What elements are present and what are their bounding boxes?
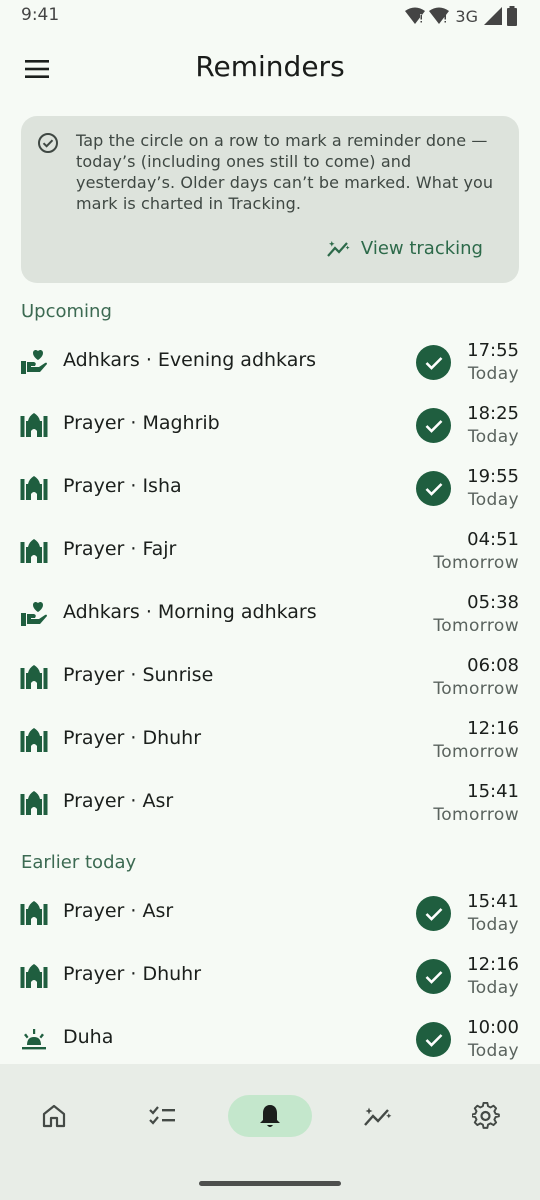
bottom-navigation [0,1064,540,1200]
section-earlier-today: Earlier today [21,852,137,873]
reminder-label: Prayer · Dhuhr [63,963,202,985]
settings-icon [472,1102,500,1129]
mosque-icon [20,538,48,564]
adhkar-icon [20,349,48,375]
reminder-row[interactable]: Prayer · Isha 19:55 Today [0,457,540,520]
done-check-button[interactable] [416,408,451,443]
signal-icon [484,7,502,25]
gesture-handle [199,1181,341,1186]
reminder-label: Adhkars · Evening adhkars [63,349,317,371]
nav-tracking[interactable] [336,1095,420,1137]
reminder-row[interactable]: Prayer · Asr 15:41 Today [0,882,540,945]
reminder-row[interactable]: Prayer · Fajr 04:51 Tomorrow [0,520,540,583]
done-check-button[interactable] [416,1022,451,1057]
check-icon [425,970,442,984]
view-tracking-label: View tracking [360,237,483,259]
reminder-time: 15:41 [467,781,519,802]
check-icon [425,907,442,921]
mosque-icon [20,900,48,926]
status-bar: 9:41 3G [0,0,540,32]
done-check-button[interactable] [416,471,451,506]
reminder-row[interactable]: Adhkars · Morning adhkars 05:38 Tomorrow [0,583,540,646]
check-circle-outline-icon [38,133,58,153]
reminder-time: 12:16 [467,954,519,975]
reminder-day: Today [467,364,519,384]
adhkar-icon [20,601,48,627]
top-app-bar: Reminders [0,40,540,98]
mosque-icon [20,727,48,753]
page-title: Reminders [195,50,345,83]
bell-icon [260,1105,280,1127]
tracking-icon [364,1107,392,1126]
reminder-time: 15:41 [467,891,519,912]
section-upcoming: Upcoming [21,301,112,322]
check-icon [425,1033,442,1047]
info-text: Tap the circle on a row to mark a remind… [76,131,494,213]
reminder-time: 05:38 [467,592,519,613]
reminder-day: Today [467,978,519,998]
reminder-label: Prayer · Fajr [63,538,177,560]
info-card: Tap the circle on a row to mark a remind… [21,116,519,283]
check-icon [425,482,442,496]
status-icons: 3G [405,6,518,26]
checklist-icon [149,1106,175,1125]
mosque-icon [20,664,48,690]
reminder-time: 19:55 [467,466,519,487]
reminder-label: Prayer · Asr [63,900,174,922]
reminder-label: Prayer · Maghrib [63,412,220,434]
reminder-time: 12:16 [467,718,519,739]
battery-icon [507,6,517,26]
mosque-icon [20,475,48,501]
reminder-day: Tomorrow [433,553,519,573]
check-icon [425,356,442,370]
reminder-day: Today [467,427,519,447]
reminder-row[interactable]: Prayer · Dhuhr 12:16 Tomorrow [0,709,540,772]
nav-home[interactable] [12,1095,96,1137]
tracking-icon [327,241,350,257]
nav-settings[interactable] [444,1095,528,1137]
reminder-time: 06:08 [467,655,519,676]
reminders-screen: 9:41 3G Reminders Tap the circle on a ro… [0,0,540,1200]
mosque-icon [20,412,48,438]
sunrise-icon [20,1026,48,1052]
reminder-row[interactable]: Prayer · Sunrise 06:08 Tomorrow [0,646,540,709]
reminder-time: 10:00 [467,1017,519,1038]
reminder-day: Today [467,915,519,935]
reminder-label: Prayer · Isha [63,475,182,497]
reminder-label: Duha [63,1026,114,1048]
reminder-label: Prayer · Sunrise [63,664,214,686]
check-icon [425,419,442,433]
reminder-label: Adhkars · Morning adhkars [63,601,317,623]
reminder-label: Prayer · Asr [63,790,174,812]
nav-reminders[interactable] [228,1095,312,1137]
reminder-row[interactable]: Adhkars · Evening adhkars 17:55 Today [0,331,540,394]
done-check-button[interactable] [416,345,451,380]
reminder-day: Tomorrow [433,742,519,762]
reminder-day: Tomorrow [433,679,519,699]
reminder-row[interactable]: Prayer · Dhuhr 12:16 Today [0,945,540,1008]
home-icon [42,1104,66,1128]
mosque-icon [20,790,48,816]
reminder-day: Tomorrow [433,805,519,825]
done-check-button[interactable] [416,896,451,931]
done-check-button[interactable] [416,959,451,994]
reminder-row[interactable]: Duha 10:00 Today [0,1008,540,1071]
reminder-day: Today [467,1041,519,1061]
view-tracking-button[interactable]: View tracking [327,234,483,262]
reminder-row[interactable]: Prayer · Maghrib 18:25 Today [0,394,540,457]
reminder-day: Today [467,490,519,510]
reminder-day: Tomorrow [433,616,519,636]
reminder-time: 04:51 [467,529,519,550]
reminder-time: 17:55 [467,340,519,361]
wifi-icon [405,7,426,24]
status-time: 9:41 [21,5,60,25]
mosque-icon [20,963,48,989]
reminder-label: Prayer · Dhuhr [63,727,202,749]
reminder-time: 18:25 [467,403,519,424]
reminder-row[interactable]: Prayer · Asr 15:41 Tomorrow [0,772,540,835]
nav-checklist[interactable] [120,1095,204,1137]
network-type: 3G [455,6,478,26]
wifi-icon [429,7,450,24]
